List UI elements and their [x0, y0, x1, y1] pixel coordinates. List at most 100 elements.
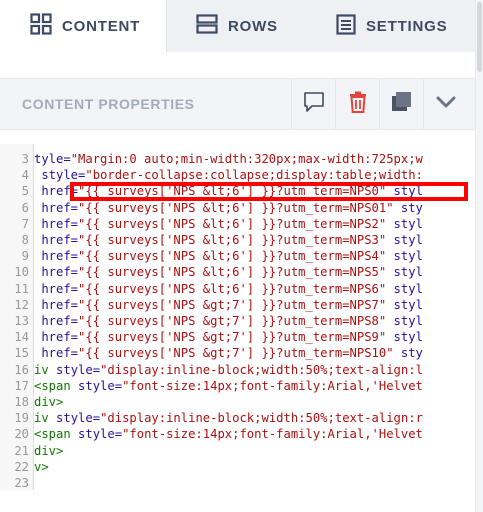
code-line[interactable]: 15 href="{{ surveys['NPS &gt;7'] }}?utm_…: [0, 345, 475, 361]
code-line[interactable]: 3 tyle="Margin:0 auto;min-width:320px;max…: [0, 151, 475, 167]
code-line[interactable]: 13 href="{{ surveys['NPS &gt;7'] }}?utm_…: [0, 313, 475, 329]
code-text: href="{{ surveys['NPS &lt;6'] }}?utm_ter…: [34, 248, 423, 264]
code-token: href=: [34, 346, 79, 361]
code-text: href="{{ surveys['NPS &lt;6'] }}?utm_ter…: [34, 264, 423, 280]
code-text: <span style="font-size:14px;font-family:…: [34, 378, 423, 394]
grid-icon: [30, 13, 52, 39]
code-token: style=: [34, 168, 86, 183]
code-line[interactable]: 11 href="{{ surveys['NPS &lt;6'] }}?utm_…: [0, 281, 475, 297]
code-token: div>: [34, 443, 64, 458]
code-token: styl: [386, 265, 423, 280]
properties-title: CONTENT PROPERTIES: [22, 96, 195, 112]
rows-icon: [196, 14, 218, 38]
line-number: 10: [14, 265, 29, 280]
code-token: iv: [34, 362, 49, 377]
code-line[interactable]: 4 style="border-collapse:collapse;displa…: [0, 167, 475, 183]
code-line[interactable]: 22 v>: [0, 459, 475, 475]
vertical-scrollbar[interactable]: [475, 0, 483, 512]
code-token: styl: [386, 297, 423, 312]
tab-settings[interactable]: SETTINGS: [336, 0, 447, 52]
line-number: 21: [14, 443, 29, 458]
comment-icon: [303, 91, 325, 118]
code-token: "display:inline-block;width:50%;text-ali…: [100, 362, 423, 377]
code-token: style=: [48, 362, 101, 377]
code-token: "{{ surveys['NPS &lt;6'] }}?utm_term=NPS…: [78, 216, 387, 231]
code-token: "{{ surveys['NPS &lt;6'] }}?utm_term=NPS…: [78, 200, 394, 215]
code-text: v>: [34, 459, 49, 475]
code-token: styl: [386, 314, 423, 328]
code-line[interactable]: 23: [0, 475, 475, 490]
code-token: "{{ surveys['NPS &lt;6'] }}?utm_term=NPS…: [78, 281, 387, 296]
code-token: href=: [34, 330, 79, 345]
code-token: href=: [34, 265, 79, 280]
code-token: "font-size:14px;font-family:Arial,'Helve…: [122, 427, 423, 442]
code-line[interactable]: 14 href="{{ surveys['NPS &gt;7'] }}?utm_…: [0, 329, 475, 345]
line-number: 17: [14, 378, 29, 393]
code-token: "Margin:0 auto;min-width:320px;max-width…: [70, 152, 423, 166]
code-text: style="border-collapse:collapse;display:…: [34, 167, 423, 183]
line-number: 8: [21, 233, 29, 247]
scrollbar-thumb[interactable]: [477, 2, 482, 72]
code-text: href="{{ surveys['NPS &lt;6'] }}?utm_ter…: [34, 216, 423, 232]
code-text: href="{{ surveys['NPS &gt;7'] }}?utm_ter…: [34, 345, 423, 361]
delete-button[interactable]: [335, 79, 380, 129]
code-line[interactable]: 6 href="{{ surveys['NPS &lt;6'] }}?utm_t…: [0, 200, 475, 216]
code-token: style=: [48, 411, 101, 426]
code-line[interactable]: 8 href="{{ surveys['NPS &lt;6'] }}?utm_t…: [0, 232, 475, 248]
code-token: href=: [34, 216, 79, 231]
tab-bar: CONTENT ROWS SETTINGS: [0, 0, 483, 52]
line-number: 23: [14, 476, 29, 490]
tab-content[interactable]: CONTENT: [0, 0, 166, 52]
code-line[interactable]: 18 div>: [0, 394, 475, 410]
highlight-annotation: [70, 182, 468, 201]
code-text: href="{{ surveys['NPS &gt;7'] }}?utm_ter…: [34, 329, 423, 345]
editor-bottom-area: [0, 490, 475, 512]
code-line[interactable]: 20 <span style="font-size:14px;font-famil…: [0, 426, 475, 442]
duplicate-button[interactable]: [379, 79, 424, 129]
collapse-button[interactable]: [423, 79, 468, 129]
code-token: href=: [34, 281, 79, 296]
code-line[interactable]: 17 <span style="font-size:14px;font-famil…: [0, 378, 475, 394]
code-token: "{{ surveys['NPS &gt;7'] }}?utm_term=NPS…: [78, 314, 387, 328]
code-token: <span: [34, 378, 71, 393]
line-number: 16: [14, 362, 29, 377]
code-token: style=: [70, 378, 123, 393]
code-token: href=: [34, 233, 79, 247]
code-token: v>: [34, 459, 49, 474]
code-token: "display:inline-block;width:50%;text-ali…: [100, 411, 423, 426]
code-line[interactable]: 16 iv style="display:inline-block;width:5…: [0, 362, 475, 378]
code-text: div>: [34, 394, 63, 410]
line-number: 13: [14, 314, 29, 328]
code-line[interactable]: 19 iv style="display:inline-block;width:5…: [0, 410, 475, 426]
code-token: "{{ surveys['NPS &gt;7'] }}?utm_term=NPS…: [78, 297, 387, 312]
settings-list-icon: [336, 13, 356, 39]
code-token: styl: [386, 216, 423, 231]
line-number: 3: [21, 152, 29, 166]
code-text: href="{{ surveys['NPS &lt;6'] }}?utm_ter…: [34, 200, 423, 216]
line-number: 20: [14, 427, 29, 442]
line-number: 6: [21, 200, 29, 215]
code-line[interactable]: 9 href="{{ surveys['NPS &lt;6'] }}?utm_t…: [0, 248, 475, 264]
line-number: 19: [14, 411, 29, 426]
code-text: href="{{ surveys['NPS &gt;7'] }}?utm_ter…: [34, 313, 423, 329]
code-token: styl: [386, 330, 423, 345]
line-number: 4: [21, 168, 29, 183]
code-text: div>: [34, 443, 63, 459]
comment-button[interactable]: [291, 79, 336, 129]
tab-rows-label: ROWS: [228, 17, 278, 35]
code-line[interactable]: 12 href="{{ surveys['NPS &gt;7'] }}?utm_…: [0, 297, 475, 313]
line-number: 15: [14, 346, 29, 361]
code-token: "{{ surveys['NPS &lt;6'] }}?utm_term=NPS…: [78, 265, 387, 280]
code-token: href=: [34, 200, 79, 215]
spacer: [0, 52, 475, 78]
code-token: iv: [34, 411, 49, 426]
code-token: sty: [393, 200, 423, 215]
line-number: 12: [14, 297, 29, 312]
tab-rows[interactable]: ROWS: [196, 0, 278, 52]
code-line[interactable]: 10 href="{{ surveys['NPS &lt;6'] }}?utm_…: [0, 264, 475, 280]
code-line[interactable]: 7 href="{{ surveys['NPS &lt;6'] }}?utm_t…: [0, 216, 475, 232]
code-text: href="{{ surveys['NPS &lt;6'] }}?utm_ter…: [34, 281, 423, 297]
code-token: sty: [393, 346, 423, 361]
code-token: div>: [34, 395, 64, 409]
code-line[interactable]: 21 div>: [0, 443, 475, 459]
